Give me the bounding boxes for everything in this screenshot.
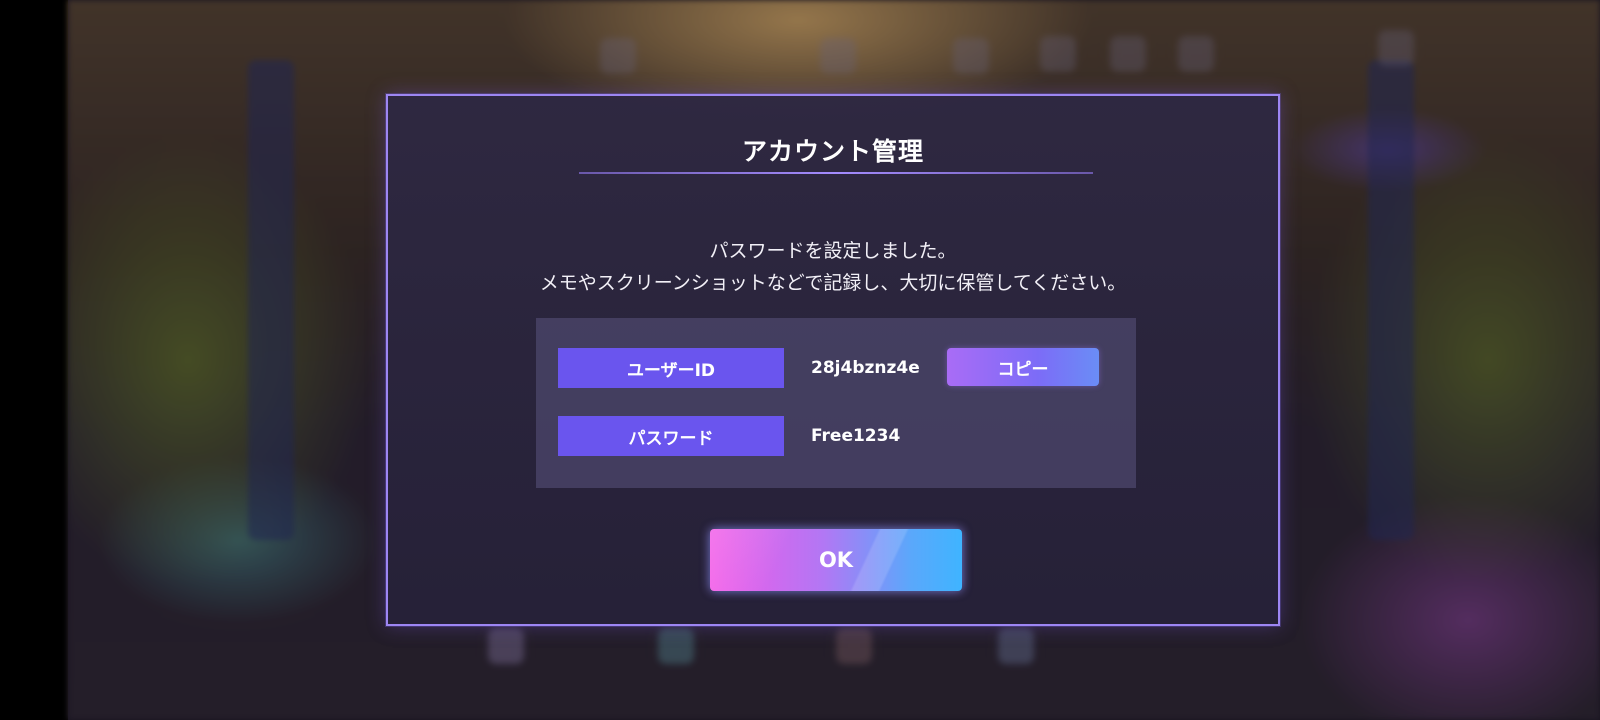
ok-button-label: OK — [818, 548, 854, 572]
copy-button[interactable]: コピー — [947, 348, 1099, 386]
credentials-panel: ユーザーID 28j4bznz4e コピー パスワード Free1234 — [536, 318, 1136, 488]
dialog-title: アカウント管理 — [741, 137, 924, 166]
user-id-value: 28j4bznz4e — [811, 358, 920, 378]
password-label: パスワード — [558, 416, 784, 456]
message-line-1: パスワードを設定しました。 — [709, 240, 957, 262]
user-id-label: ユーザーID — [558, 348, 784, 388]
message-line-2: メモやスクリーンショットなどで記録し、大切に保管してください。 — [539, 272, 1127, 294]
account-management-dialog: アカウント管理 パスワードを設定しました。 メモやスクリーンショットなどで記録し… — [386, 94, 1280, 626]
title-underline — [579, 172, 1093, 174]
ok-button[interactable]: OK — [710, 529, 962, 591]
password-value: Free1234 — [811, 426, 901, 446]
left-black-bar — [0, 0, 68, 720]
